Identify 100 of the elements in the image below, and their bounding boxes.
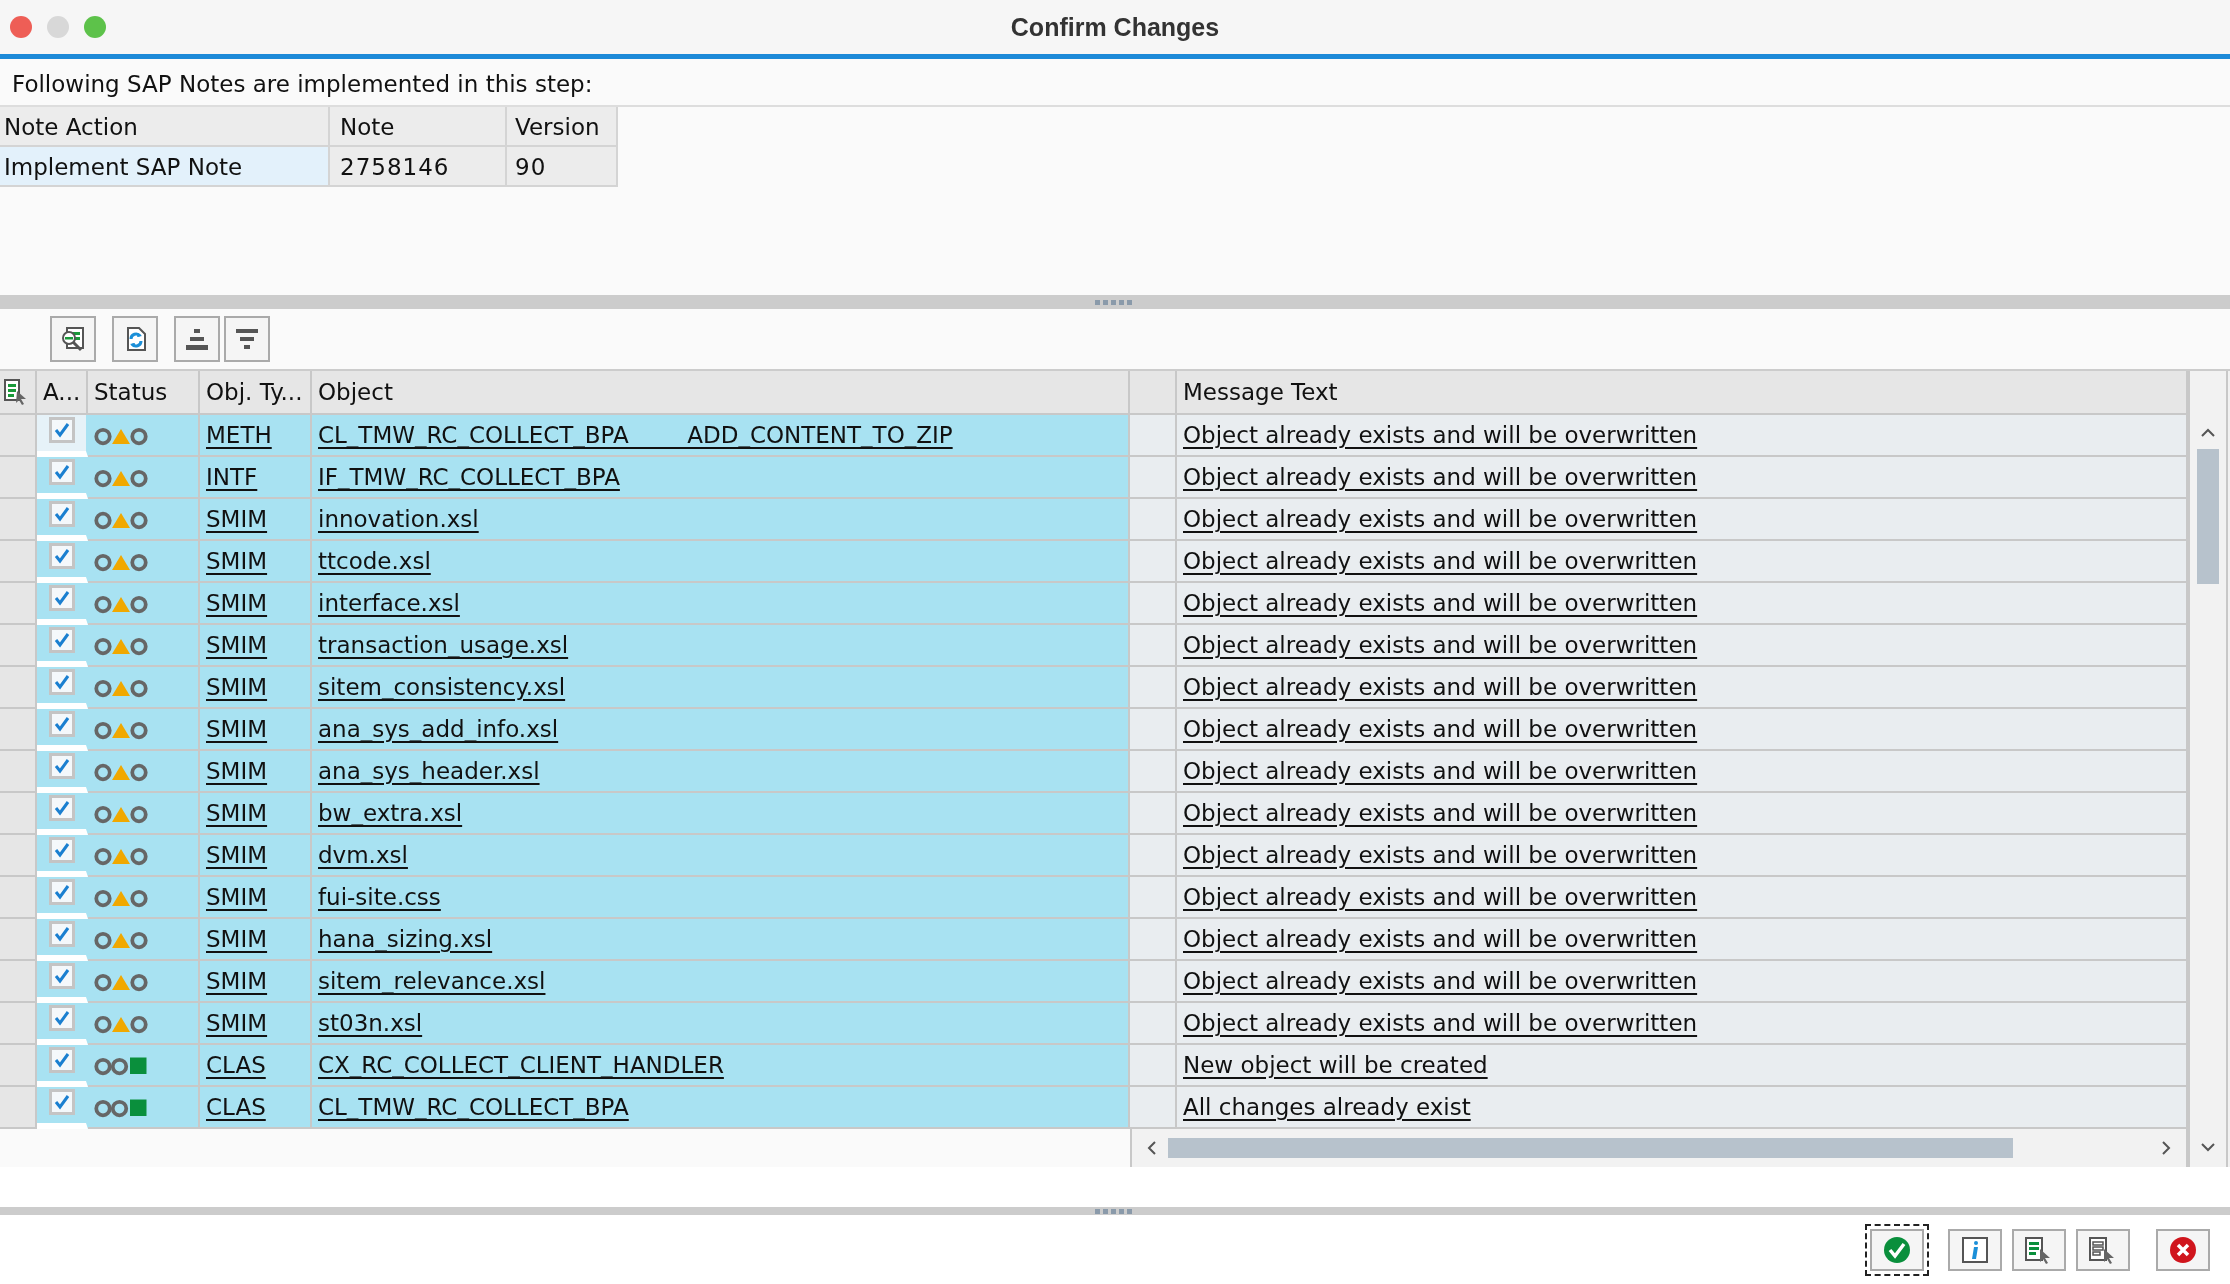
checkbox[interactable]: [48, 753, 75, 779]
checkbox[interactable]: [48, 417, 75, 443]
vertical-scrollbar[interactable]: [2188, 371, 2228, 1167]
scroll-down-icon[interactable]: [2200, 1141, 2216, 1153]
message-link[interactable]: Object already exists and will be overwritten: [1183, 1010, 1698, 1036]
object-link[interactable]: IF_TMW_RC_COLLECT_BPA: [318, 464, 620, 490]
check-icon: [53, 422, 70, 438]
message-link[interactable]: All changes already exist: [1183, 1094, 1471, 1120]
object-link[interactable]: sitem_consistency.xsl: [318, 674, 566, 700]
message-link[interactable]: Object already exists and will be overwritten: [1183, 590, 1698, 616]
object-type-link[interactable]: SMIM: [206, 674, 268, 700]
message-link[interactable]: Object already exists and will be overwritten: [1183, 926, 1698, 952]
checkbox[interactable]: [48, 627, 75, 653]
object-link[interactable]: st03n.xsl: [318, 1010, 423, 1036]
deselect-list-button[interactable]: [2076, 1228, 2130, 1271]
object-link[interactable]: ana_sys_header.xsl: [318, 758, 540, 784]
check-icon: [53, 926, 70, 942]
checkbox[interactable]: [48, 837, 75, 863]
checkbox[interactable]: [48, 711, 75, 737]
message-link[interactable]: Object already exists and will be overwritten: [1183, 674, 1698, 700]
object-type-link[interactable]: SMIM: [206, 716, 268, 742]
object-link[interactable]: bw_extra.xsl: [318, 800, 463, 826]
column-header: Version: [507, 107, 618, 147]
close-button[interactable]: [10, 16, 32, 38]
message-link[interactable]: New object will be created: [1183, 1052, 1488, 1078]
check-icon: [53, 464, 70, 480]
checkbox[interactable]: [48, 1047, 75, 1073]
object-type-link[interactable]: SMIM: [206, 800, 268, 826]
object-type-link[interactable]: SMIM: [206, 548, 268, 574]
object-link[interactable]: ana_sys_add_info.xsl: [318, 716, 559, 742]
zoom-button[interactable]: [84, 16, 106, 38]
message-link[interactable]: Object already exists and will be overwritten: [1183, 800, 1698, 826]
checkbox[interactable]: [48, 795, 75, 821]
checkbox[interactable]: [48, 543, 75, 569]
object-link[interactable]: transaction_usage.xsl: [318, 632, 569, 658]
checkbox[interactable]: [48, 1005, 75, 1031]
message-link[interactable]: Object already exists and will be overwritten: [1183, 548, 1698, 574]
cancel-button[interactable]: [2156, 1228, 2210, 1271]
object-type-link[interactable]: SMIM: [206, 1010, 268, 1036]
message-link[interactable]: Object already exists and will be overwritten: [1183, 758, 1698, 784]
object-link[interactable]: interface.xsl: [318, 590, 460, 616]
checkbox[interactable]: [48, 585, 75, 611]
checkbox[interactable]: [48, 501, 75, 527]
object-type-link[interactable]: SMIM: [206, 590, 268, 616]
check-icon: [53, 590, 70, 606]
object-link[interactable]: hana_sizing.xsl: [318, 926, 493, 952]
message-link[interactable]: Object already exists and will be overwritten: [1183, 464, 1698, 490]
object-type-link[interactable]: SMIM: [206, 506, 268, 532]
check-icon: [53, 1010, 70, 1026]
object-type-link[interactable]: CLAS: [206, 1052, 266, 1078]
checkbox[interactable]: [48, 963, 75, 989]
message-link[interactable]: Object already exists and will be overwritten: [1183, 968, 1698, 994]
object-link[interactable]: ttcode.xsl: [318, 548, 431, 574]
checkbox[interactable]: [48, 879, 75, 905]
column-header[interactable]: Status: [88, 371, 200, 415]
column-header[interactable]: A...: [37, 371, 88, 415]
object-type-link[interactable]: SMIM: [206, 842, 268, 868]
message-link[interactable]: Object already exists and will be overwritten: [1183, 716, 1698, 742]
object-link[interactable]: fui-site.css: [318, 884, 441, 910]
checkbox[interactable]: [48, 1089, 75, 1115]
object-type-link[interactable]: SMIM: [206, 926, 268, 952]
scroll-right-icon[interactable]: [2160, 1140, 2172, 1156]
object-link[interactable]: CL_TMW_RC_COLLECT_BPA ADD_CONTENT_TO_ZIP: [318, 422, 953, 448]
checkbox[interactable]: [48, 459, 75, 485]
refresh-button[interactable]: [112, 316, 158, 362]
message-link[interactable]: Object already exists and will be overwritten: [1183, 884, 1698, 910]
object-link[interactable]: innovation.xsl: [318, 506, 479, 532]
sort-ascending-button[interactable]: [174, 316, 220, 362]
object-link[interactable]: dvm.xsl: [318, 842, 408, 868]
object-link[interactable]: sitem_relevance.xsl: [318, 968, 546, 994]
checkbox[interactable]: [48, 921, 75, 947]
message-link[interactable]: Object already exists and will be overwritten: [1183, 506, 1698, 532]
info-button[interactable]: [1948, 1228, 2002, 1271]
scrollbar-thumb[interactable]: [2197, 449, 2219, 584]
checkbox[interactable]: [48, 669, 75, 695]
select-all-icon[interactable]: [4, 379, 28, 405]
object-type-link[interactable]: SMIM: [206, 758, 268, 784]
message-link[interactable]: Object already exists and will be overwritten: [1183, 422, 1698, 448]
column-header[interactable]: Message Text: [1177, 371, 2188, 415]
details-button[interactable]: [50, 316, 96, 362]
splitter-grip[interactable]: [1095, 299, 1135, 305]
splitter-grip[interactable]: [1095, 1208, 1135, 1214]
scrollbar-thumb[interactable]: [1168, 1138, 2013, 1158]
scroll-left-icon[interactable]: [1146, 1140, 1158, 1156]
message-link[interactable]: Object already exists and will be overwritten: [1183, 842, 1698, 868]
object-type-link[interactable]: CLAS: [206, 1094, 266, 1120]
check-icon: [53, 716, 70, 732]
object-type-link[interactable]: SMIM: [206, 884, 268, 910]
object-type-link[interactable]: METH: [206, 422, 272, 448]
column-header[interactable]: Obj. Ty...: [200, 371, 312, 415]
object-type-link[interactable]: SMIM: [206, 632, 268, 658]
object-type-link[interactable]: SMIM: [206, 968, 268, 994]
filter-button[interactable]: [224, 316, 270, 362]
select-list-button[interactable]: [2012, 1228, 2066, 1271]
object-link[interactable]: CX_RC_COLLECT_CLIENT_HANDLER: [318, 1052, 724, 1078]
column-header[interactable]: Object: [312, 371, 1130, 415]
message-link[interactable]: Object already exists and will be overwritten: [1183, 632, 1698, 658]
scroll-up-icon[interactable]: [2200, 427, 2216, 439]
object-link[interactable]: CL_TMW_RC_COLLECT_BPA: [318, 1094, 629, 1120]
object-type-link[interactable]: INTF: [206, 464, 258, 490]
